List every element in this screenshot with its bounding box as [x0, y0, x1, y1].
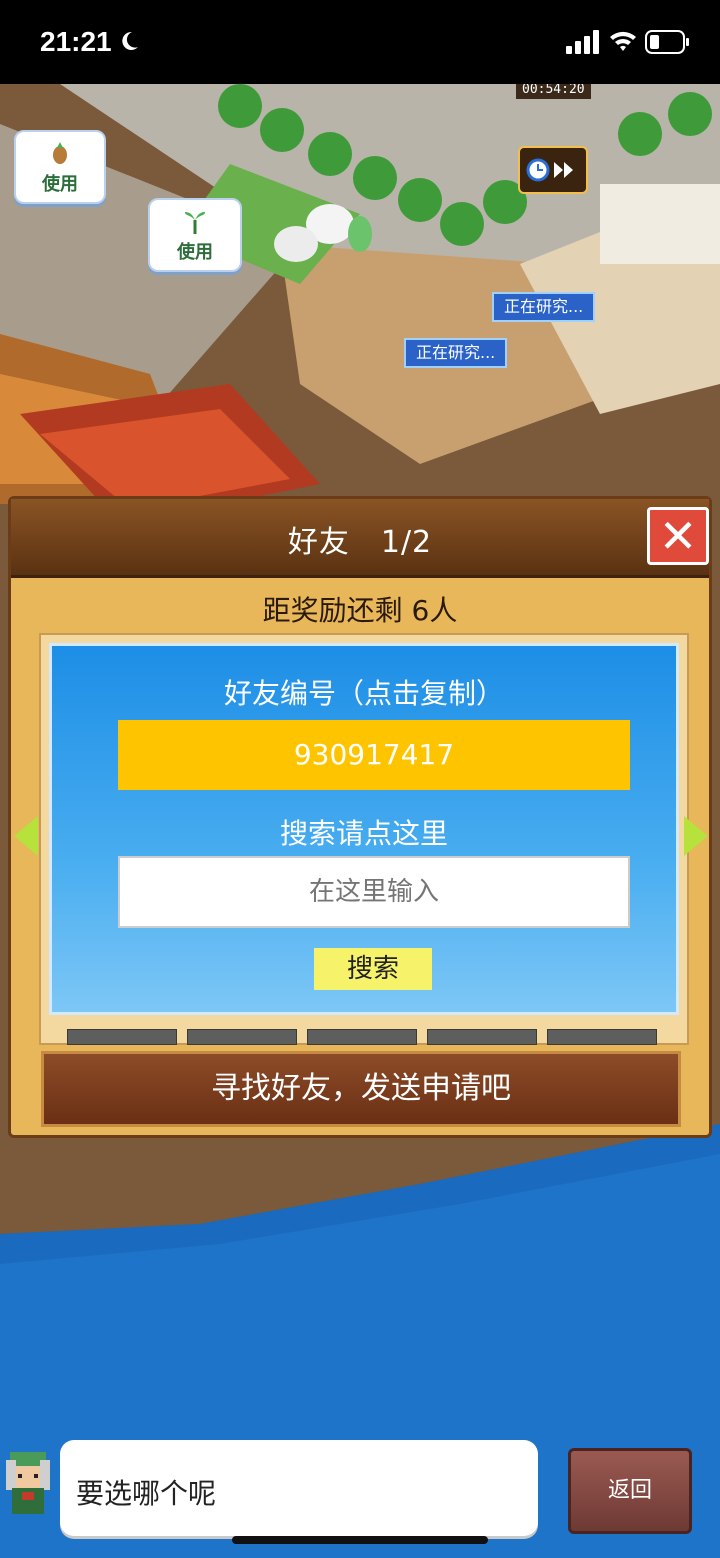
research-status-label: 正在研究...: [492, 292, 596, 322]
list-slot: [547, 1029, 657, 1045]
cellular-signal-icon: [566, 30, 599, 54]
next-page-arrow-icon[interactable]: [684, 816, 708, 856]
list-slot: [307, 1029, 417, 1045]
back-button[interactable]: 返回: [568, 1448, 692, 1534]
speedup-button[interactable]: [518, 146, 588, 194]
dialog-title: 好友 1/2: [287, 525, 433, 560]
list-slot: [427, 1029, 537, 1045]
friend-list-area: 好友编号（点击复制） 930917417 搜索请点这里 搜索: [39, 633, 689, 1045]
search-title: 搜索请点这里: [279, 817, 448, 850]
find-friends-button[interactable]: 寻找好友，发送申请吧: [41, 1051, 681, 1127]
timer-fast-forward-icon: [526, 158, 573, 182]
friend-id-card: 好友编号（点击复制） 930917417 搜索请点这里 搜索: [49, 643, 679, 1015]
moon-icon: [122, 31, 138, 50]
seed-icon: [53, 142, 67, 164]
clock: 21:21: [40, 26, 112, 57]
use-label: 使用: [42, 174, 78, 195]
use-label: 使用: [177, 242, 213, 263]
hint-text: 要选哪个呢: [76, 1477, 217, 1510]
reward-progress-text: 距奖励还剩 6人: [262, 594, 458, 627]
wifi-icon: [610, 31, 636, 51]
friend-search-input[interactable]: [118, 856, 630, 928]
list-slot: [67, 1029, 177, 1045]
hint-speech-bubble: 要选哪个呢: [60, 1440, 538, 1536]
close-icon: ✕: [658, 509, 698, 563]
status-bar: 21:21: [0, 0, 720, 84]
battery-icon: [645, 30, 689, 54]
search-button[interactable]: 搜索: [314, 948, 432, 990]
use-item-tag-2[interactable]: 使用: [148, 198, 242, 272]
home-indicator[interactable]: [232, 1536, 488, 1544]
assistant-avatar: [6, 1452, 50, 1514]
prev-page-arrow-icon[interactable]: [14, 816, 38, 856]
list-slot: [187, 1029, 297, 1045]
friend-id-title: 好友编号（点击复制）: [223, 677, 504, 710]
close-button[interactable]: ✕: [647, 507, 709, 565]
dialog-header: 好友 1/2 ✕: [11, 499, 709, 578]
sprout-icon: [185, 212, 205, 234]
research-status-label: 正在研究...: [404, 338, 508, 368]
friend-dialog: 好友 1/2 ✕ 距奖励还剩 6人 好友编号（点击复制） 930917417 搜…: [8, 496, 712, 1138]
friend-id-copy-field[interactable]: 930917417: [118, 720, 630, 790]
production-timer: 00:54:20: [516, 84, 591, 99]
use-item-tag[interactable]: 使用: [14, 130, 106, 204]
